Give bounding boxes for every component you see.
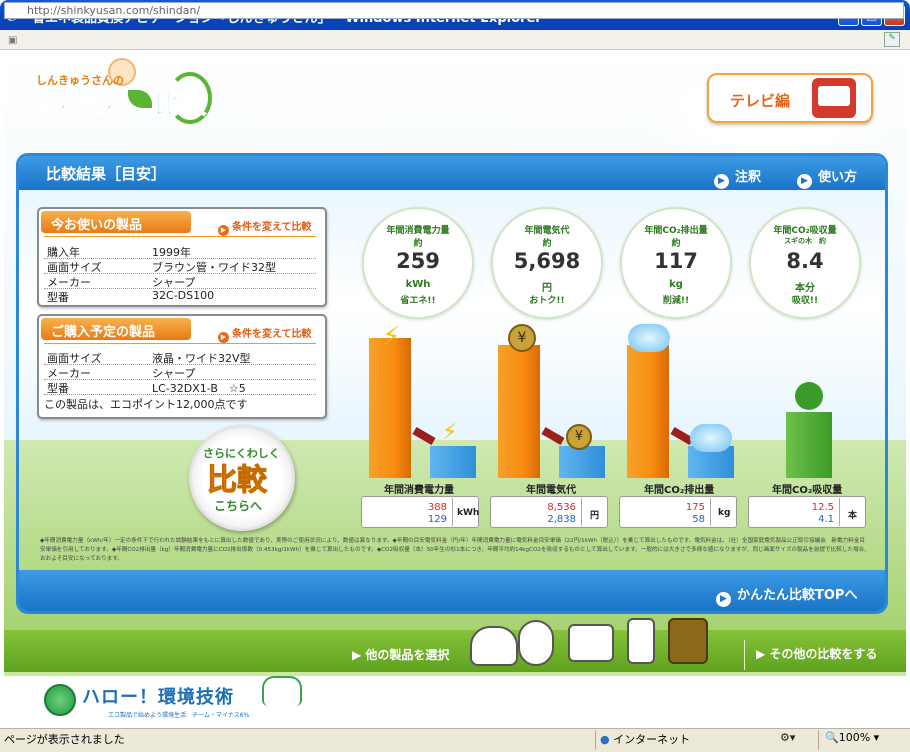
globe-icon: ●: [600, 733, 610, 746]
tv-category-label[interactable]: テレビ編: [730, 90, 790, 111]
footer-stripe: [4, 672, 906, 676]
divider: [595, 730, 596, 750]
mascot-aircon-icon: [470, 626, 518, 666]
zone-label: インターネット: [613, 733, 691, 746]
mascot-tv-icon: [668, 618, 708, 664]
top-link[interactable]: ▶ かんたん比較TOPへ: [716, 584, 857, 607]
mascot-aircon2-icon: [568, 624, 614, 662]
compat-view-icon[interactable]: ✎: [884, 32, 900, 47]
address-bar: [0, 30, 910, 50]
status-bar: [0, 728, 910, 752]
status-text: ページが表示されました: [4, 733, 125, 746]
protected-mode-icon[interactable]: ⚙▾: [780, 731, 795, 744]
top-link-label[interactable]: かんたん比較TOPへ: [737, 588, 857, 603]
logo-subtitle: しんきゅうさんの: [36, 74, 124, 87]
other-compare-link[interactable]: ▶ その他の比較をする: [756, 645, 877, 662]
security-zone: ● インターネット: [600, 731, 690, 747]
play-icon: ▶: [716, 592, 731, 607]
result-panel: [16, 153, 888, 614]
hello-env-logo[interactable]: ハロー！環境技術: [82, 683, 234, 709]
divider: [744, 640, 745, 670]
hello-env-subtitle: エコ製品で始めよう環境生活 チーム・マイナス6%: [108, 712, 250, 719]
mascot-fridge-icon: [518, 620, 554, 666]
select-other-label[interactable]: 他の製品を選択: [365, 648, 449, 662]
globe-icon: [44, 684, 76, 716]
zoom-control[interactable]: 🔍100% ▾: [825, 731, 879, 744]
mascot-refrigerator-icon: [627, 618, 655, 664]
tv-robot-face: [818, 86, 850, 106]
page-icon: ▣: [8, 35, 18, 46]
logo-hikaku[interactable]: 比較: [153, 84, 206, 121]
zoom-value[interactable]: 100%: [839, 731, 870, 744]
logo-title[interactable]: かんたん: [34, 87, 127, 121]
hand-icon: [262, 676, 302, 706]
select-other-link[interactable]: ▶ 他の製品を選択: [352, 646, 449, 663]
other-compare-label[interactable]: その他の比較をする: [769, 647, 877, 661]
divider: [818, 730, 819, 750]
url-field[interactable]: http://shinkyusan.com/shindan/: [4, 2, 904, 19]
